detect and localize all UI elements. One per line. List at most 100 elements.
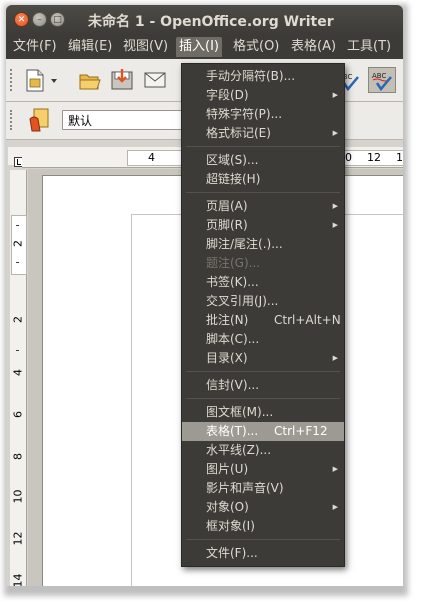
- menu-item-hyperlink[interactable]: 超链接(H): [182, 170, 344, 189]
- open-folder-icon[interactable]: [78, 69, 102, 93]
- menu-item-label: 信封(V)...: [206, 378, 260, 392]
- menu-separator: [186, 539, 340, 540]
- menu-item-bookmark[interactable]: 书签(K)...: [182, 273, 344, 292]
- menu-item-envelope[interactable]: 信封(V)...: [182, 376, 344, 395]
- menu-item-label: 题注(G)...: [206, 256, 261, 270]
- menu-item-indexes[interactable]: 目录(X) ▶: [182, 349, 344, 368]
- menu-separator: [186, 146, 340, 147]
- menu-item-label: 框对象(I): [206, 519, 255, 533]
- ruler-tick-label: 8: [11, 453, 25, 460]
- menu-item-label: 批注(N): [206, 313, 249, 327]
- menu-format[interactable]: 格式(O): [230, 37, 282, 57]
- menu-item-label: 脚本(C)...: [206, 332, 260, 346]
- menu-separator: [186, 192, 340, 193]
- new-document-icon[interactable]: [24, 69, 46, 93]
- menu-item-table[interactable]: 表格(T)... Ctrl+F12: [182, 422, 344, 441]
- menu-item-special-character[interactable]: 特殊字符(P)...: [182, 105, 344, 124]
- styles-formatting-icon[interactable]: [28, 107, 54, 133]
- ruler-tick-label: 12: [11, 531, 25, 546]
- menu-item-label: 对象(O): [206, 500, 249, 514]
- chevron-down-icon[interactable]: [50, 77, 58, 85]
- menu-item-label: 超链接(H): [206, 172, 261, 186]
- menu-edit[interactable]: 编辑(E): [65, 37, 115, 57]
- menu-item-label: 特殊字符(P)...: [206, 107, 283, 121]
- submenu-arrow-icon: ▶: [332, 465, 338, 473]
- close-icon[interactable]: ✕: [14, 12, 29, 27]
- save-icon[interactable]: [110, 68, 134, 92]
- ruler-tick-label: 4: [148, 151, 155, 164]
- menu-bar: 文件(F) 编辑(E) 视图(V) 插入(I) 格式(O) 表格(A) 工具(T…: [6, 35, 403, 59]
- menu-item-label: 目录(X): [206, 351, 248, 365]
- menu-item-horizontal-line[interactable]: 水平线(Z)...: [182, 441, 344, 460]
- menu-item-movie-sound[interactable]: 影片和声音(V): [182, 479, 344, 498]
- autospellcheck-icon: ABC: [372, 72, 392, 92]
- menu-tools[interactable]: 工具(T): [344, 37, 394, 57]
- submenu-arrow-icon: ▶: [332, 129, 338, 137]
- menu-item-manual-break[interactable]: 手动分隔符(B)...: [182, 67, 344, 86]
- menu-item-label: 页眉(A): [206, 199, 248, 213]
- menu-item-caption[interactable]: 题注(G)...: [182, 254, 344, 273]
- ruler-tick-label: 14: [396, 151, 403, 164]
- ruler-tick-label: 14: [11, 573, 25, 587]
- ruler-tick-label: 2: [11, 316, 25, 323]
- menu-item-object[interactable]: 对象(O) ▶: [182, 498, 344, 517]
- insert-menu-dropdown: 手动分隔符(B)... 字段(D) ▶ 特殊字符(P)... 格式标记(E) ▶ 区…: [181, 63, 345, 567]
- ruler-tick-label: 10: [11, 489, 25, 504]
- menu-item-section[interactable]: 区域(S)...: [182, 151, 344, 170]
- menu-item-cross-reference[interactable]: 交叉引用(J)...: [182, 292, 344, 311]
- toolbar-grip-icon-2[interactable]: [10, 110, 16, 130]
- maximize-icon[interactable]: □: [50, 12, 65, 27]
- menu-item-label: 区域(S)...: [206, 153, 259, 167]
- menu-item-fields[interactable]: 字段(D) ▶: [182, 86, 344, 105]
- ruler-tick: [16, 225, 19, 226]
- menu-item-file[interactable]: 文件(F)...: [182, 544, 344, 563]
- minimize-icon[interactable]: –: [32, 12, 47, 27]
- toolbar-grip-icon[interactable]: [10, 69, 16, 91]
- menu-item-comment[interactable]: 批注(N) Ctrl+Alt+N: [182, 311, 344, 330]
- menu-separator: [186, 398, 340, 399]
- menu-file[interactable]: 文件(F): [10, 37, 60, 57]
- menu-item-footer[interactable]: 页脚(R) ▶: [182, 216, 344, 235]
- ruler-tick-label: 6: [11, 411, 25, 418]
- menu-item-label: 影片和声音(V): [206, 481, 284, 495]
- menu-view[interactable]: 视图(V): [120, 37, 171, 57]
- menu-item-script[interactable]: 脚本(C)...: [182, 330, 344, 349]
- menu-item-footnote[interactable]: 脚注/尾注(.)...: [182, 235, 344, 254]
- writer-window: ✕ – □ 未命名 1 - OpenOffice.org Writer 文件(F…: [6, 5, 403, 586]
- menu-item-label: 格式标记(E): [206, 126, 271, 140]
- menu-item-formatting-mark[interactable]: 格式标记(E) ▶: [182, 124, 344, 143]
- menu-item-floating-frame[interactable]: 框对象(I): [182, 517, 344, 536]
- ruler-tick-label: 12: [367, 151, 381, 164]
- vertical-ruler[interactable]: 2 2 4 6 8 10 12 14: [10, 170, 27, 586]
- email-icon[interactable]: [143, 70, 167, 90]
- window-title: 未命名 1 - OpenOffice.org Writer: [88, 14, 334, 30]
- submenu-arrow-icon: ▶: [332, 202, 338, 210]
- submenu-arrow-icon: ▶: [332, 91, 338, 99]
- title-bar[interactable]: ✕ – □ 未命名 1 - OpenOffice.org Writer: [6, 5, 403, 35]
- menu-insert[interactable]: 插入(I): [176, 37, 222, 57]
- menu-item-label: 字段(D): [206, 88, 249, 102]
- ruler-tick: [16, 262, 19, 263]
- menu-separator: [186, 371, 340, 372]
- menu-item-frame[interactable]: 图文框(M)...: [182, 403, 344, 422]
- submenu-arrow-icon: ▶: [332, 221, 338, 229]
- ruler-tick-label: 4: [11, 369, 25, 376]
- menu-item-label: 手动分隔符(B)...: [206, 69, 296, 83]
- menu-item-label: 书签(K)...: [206, 275, 259, 289]
- menu-item-label: 水平线(Z)...: [206, 443, 272, 457]
- submenu-arrow-icon: ▶: [332, 354, 338, 362]
- menu-item-label: 图片(U): [206, 462, 249, 476]
- menu-item-shortcut: Ctrl+Alt+N: [274, 313, 341, 327]
- submenu-arrow-icon: ▶: [332, 503, 338, 511]
- menu-item-label: 图文框(M)...: [206, 405, 274, 419]
- autospellcheck-button[interactable]: ABC: [368, 67, 396, 93]
- menu-item-shortcut: Ctrl+F12: [274, 424, 328, 438]
- menu-item-label: 页脚(R): [206, 218, 248, 232]
- ruler-tick-label: 2: [11, 240, 25, 247]
- menu-item-label: 脚注/尾注(.)...: [206, 237, 283, 251]
- menu-table[interactable]: 表格(A): [288, 37, 339, 57]
- menu-item-picture[interactable]: 图片(U) ▶: [182, 460, 344, 479]
- paragraph-style-combobox[interactable]: 默认: [62, 110, 182, 130]
- menu-item-label: 交叉引用(J)...: [206, 294, 279, 308]
- menu-item-header[interactable]: 页眉(A) ▶: [182, 197, 344, 216]
